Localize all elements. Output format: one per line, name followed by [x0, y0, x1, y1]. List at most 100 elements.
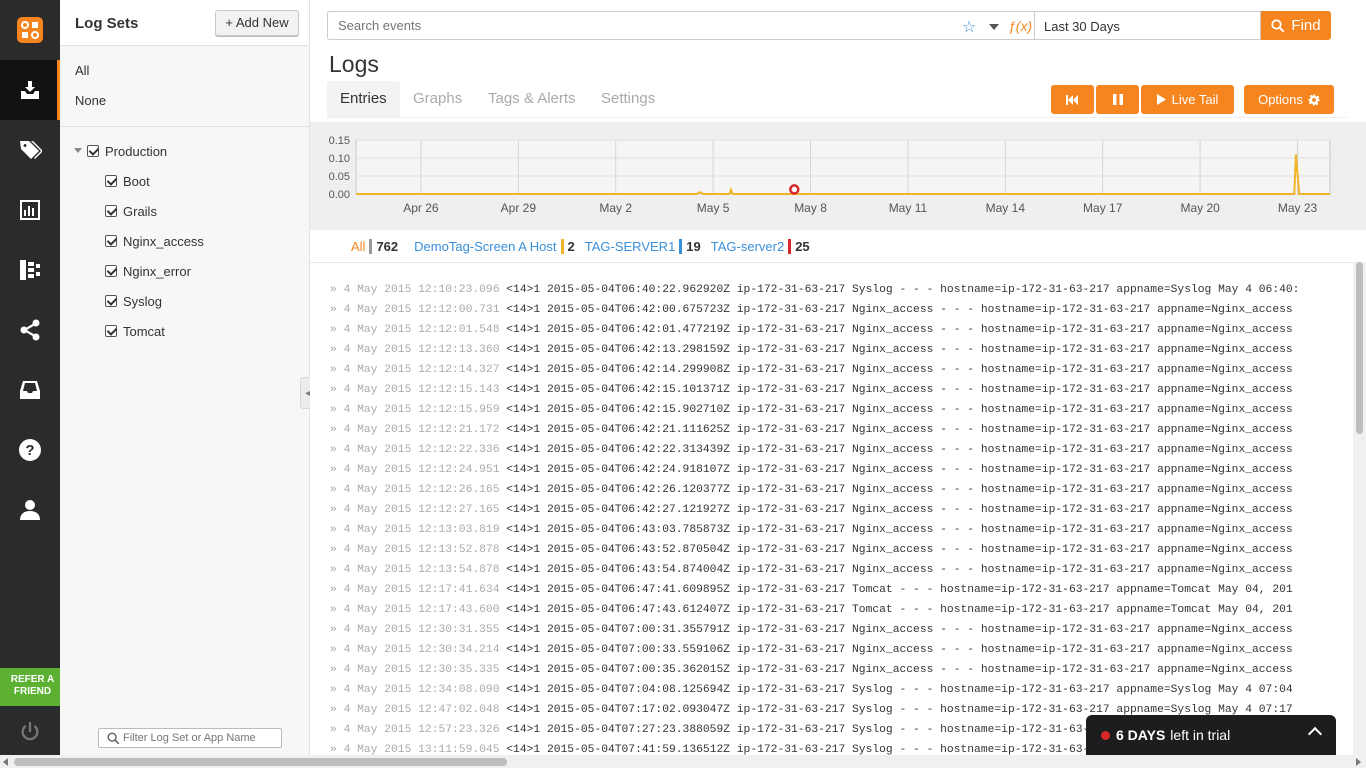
expand-arrow-icon[interactable]: » [330, 664, 344, 676]
log-entry-row[interactable]: » 4 May 2015 12:12:13.360 <14>1 2015-05-… [330, 340, 1293, 360]
log-entry-row[interactable]: » 4 May 2015 12:12:15.143 <14>1 2015-05-… [330, 380, 1293, 400]
chevron-down-icon[interactable] [989, 24, 999, 30]
log-entry-row[interactable]: » 4 May 2015 12:13:52.878 <14>1 2015-05-… [330, 540, 1293, 560]
expand-arrow-icon[interactable]: » [330, 604, 344, 616]
share-nav-button[interactable] [0, 300, 60, 360]
logset-production[interactable]: Production [87, 141, 167, 161]
expand-arrow-icon[interactable]: » [330, 364, 344, 376]
expand-arrow-icon[interactable]: » [330, 404, 344, 416]
log-entry-row[interactable]: » 4 May 2015 12:12:26.165 <14>1 2015-05-… [330, 480, 1293, 500]
select-none-link[interactable]: None [75, 93, 106, 108]
expand-arrow-icon[interactable]: » [330, 424, 344, 436]
account-nav-button[interactable] [0, 480, 60, 540]
refer-a-friend-button[interactable]: REFER A FRIEND [0, 662, 65, 706]
expand-arrow-icon[interactable]: » [330, 644, 344, 656]
vertical-scrollbar[interactable] [1353, 262, 1366, 755]
inbox-nav-button[interactable] [0, 360, 60, 420]
dashboards-nav-button[interactable] [0, 180, 60, 240]
log-entry-row[interactable]: » 4 May 2015 12:34:08.090 <14>1 2015-05-… [330, 680, 1293, 700]
select-all-link[interactable]: All [75, 63, 89, 78]
legend-tag-3[interactable]: TAG-server2 25 [711, 238, 810, 254]
tags-nav-button[interactable] [0, 120, 60, 180]
log-entry-row[interactable]: » 4 May 2015 12:17:43.600 <14>1 2015-05-… [330, 600, 1293, 620]
log-entry-row[interactable]: » 4 May 2015 12:30:35.335 <14>1 2015-05-… [330, 660, 1293, 680]
expand-arrow-icon[interactable]: » [330, 344, 344, 356]
scroll-right-icon[interactable] [1356, 758, 1361, 766]
search-bar[interactable]: ☆ ƒ(x) [327, 11, 1035, 40]
legend-tag-1[interactable]: DemoTag-Screen A Host 2 [414, 238, 575, 254]
tab-tags-alerts[interactable]: Tags & Alerts [475, 81, 589, 117]
logset-filter-input[interactable] [123, 730, 273, 746]
expand-arrow-icon[interactable]: » [330, 524, 344, 536]
log-entry-row[interactable]: » 4 May 2015 12:12:15.959 <14>1 2015-05-… [330, 400, 1293, 420]
date-range-select[interactable]: Last 30 Days [1035, 11, 1261, 40]
jump-to-start-button[interactable] [1051, 85, 1094, 114]
legend-tag-0[interactable]: All 762 [346, 234, 405, 258]
chevron-up-icon[interactable] [1307, 726, 1323, 742]
log-entry-row[interactable]: » 4 May 2015 12:13:54.878 <14>1 2015-05-… [330, 560, 1293, 580]
log-item[interactable]: Nginx_access [105, 231, 204, 251]
checkbox[interactable] [105, 205, 117, 217]
expand-arrow-icon[interactable]: » [330, 544, 344, 556]
log-item[interactable]: Syslog [105, 291, 162, 311]
search-input[interactable] [338, 18, 938, 33]
function-button[interactable]: ƒ(x) [1008, 18, 1032, 34]
trial-banner[interactable]: 6 DAYS left in trial [1086, 715, 1336, 755]
tab-graphs[interactable]: Graphs [400, 81, 475, 117]
tab-entries[interactable]: Entries [327, 81, 400, 117]
log-item[interactable]: Nginx_error [105, 261, 191, 281]
expand-arrow-icon[interactable]: » [330, 584, 344, 596]
log-entry-row[interactable]: » 4 May 2015 12:12:00.731 <14>1 2015-05-… [330, 300, 1293, 320]
logs-nav-button[interactable] [0, 60, 60, 120]
log-item[interactable]: Tomcat [105, 321, 165, 341]
events-chart[interactable]: 0.15 0.10 0.05 0.00 Apr 26 Apr 29 May 2 May 5 Ma… [310, 122, 1366, 230]
checkbox[interactable] [105, 265, 117, 277]
log-entry-row[interactable]: » 4 May 2015 12:12:24.951 <14>1 2015-05-… [330, 460, 1293, 480]
checkbox[interactable] [105, 175, 117, 187]
add-new-button[interactable]: + Add New [215, 10, 299, 36]
expand-arrow-icon[interactable]: » [330, 624, 344, 636]
options-button[interactable]: Options [1244, 85, 1334, 114]
hosts-nav-button[interactable] [0, 240, 60, 300]
log-entry-row[interactable]: » 4 May 2015 12:12:21.172 <14>1 2015-05-… [330, 420, 1293, 440]
legend-tag-2[interactable]: TAG-SERVER1 19 [585, 238, 701, 254]
checkbox[interactable] [87, 145, 99, 157]
scroll-thumb[interactable] [1356, 262, 1363, 434]
scroll-thumb[interactable] [14, 758, 507, 766]
log-entry-row[interactable]: » 4 May 2015 12:10:23.096 <14>1 2015-05-… [330, 280, 1299, 300]
log-item[interactable]: Grails [105, 201, 157, 221]
horizontal-scrollbar[interactable] [0, 755, 1366, 768]
checkbox[interactable] [105, 325, 117, 337]
star-icon[interactable]: ☆ [962, 17, 976, 37]
expand-arrow-icon[interactable]: » [330, 504, 344, 516]
live-tail-button[interactable]: Live Tail [1141, 85, 1234, 114]
expand-arrow-icon[interactable]: » [330, 464, 344, 476]
pause-button[interactable] [1096, 85, 1139, 114]
expand-arrow-icon[interactable]: » [330, 484, 344, 496]
logo-button[interactable] [0, 0, 60, 60]
expand-arrow-icon[interactable]: » [330, 704, 344, 716]
checkbox[interactable] [105, 295, 117, 307]
log-entry-row[interactable]: » 4 May 2015 12:30:31.355 <14>1 2015-05-… [330, 620, 1293, 640]
logout-button[interactable] [0, 708, 60, 755]
expand-arrow-icon[interactable]: » [330, 684, 344, 696]
expand-arrow-icon[interactable]: » [330, 284, 344, 296]
expand-arrow-icon[interactable]: » [330, 304, 344, 316]
expand-arrow-icon[interactable]: » [330, 324, 344, 336]
tab-settings[interactable]: Settings [588, 81, 668, 117]
expand-arrow-icon[interactable]: » [330, 444, 344, 456]
logset-filter-field[interactable] [98, 728, 282, 748]
scroll-left-icon[interactable] [3, 758, 8, 766]
expand-arrow-icon[interactable]: » [330, 564, 344, 576]
find-button[interactable]: Find [1261, 11, 1331, 40]
log-entry-row[interactable]: » 4 May 2015 12:12:01.548 <14>1 2015-05-… [330, 320, 1293, 340]
expand-arrow-icon[interactable]: » [330, 744, 344, 755]
log-entry-row[interactable]: » 4 May 2015 12:12:27.165 <14>1 2015-05-… [330, 500, 1293, 520]
log-entry-row[interactable]: » 4 May 2015 12:12:14.327 <14>1 2015-05-… [330, 360, 1293, 380]
checkbox[interactable] [105, 235, 117, 247]
log-entry-row[interactable]: » 4 May 2015 12:12:22.336 <14>1 2015-05-… [330, 440, 1293, 460]
log-item[interactable]: Boot [105, 171, 150, 191]
log-entry-row[interactable]: » 4 May 2015 12:17:41.634 <14>1 2015-05-… [330, 580, 1293, 600]
collapse-caret-icon[interactable] [74, 148, 82, 153]
log-entry-row[interactable]: » 4 May 2015 12:13:03.819 <14>1 2015-05-… [330, 520, 1293, 540]
